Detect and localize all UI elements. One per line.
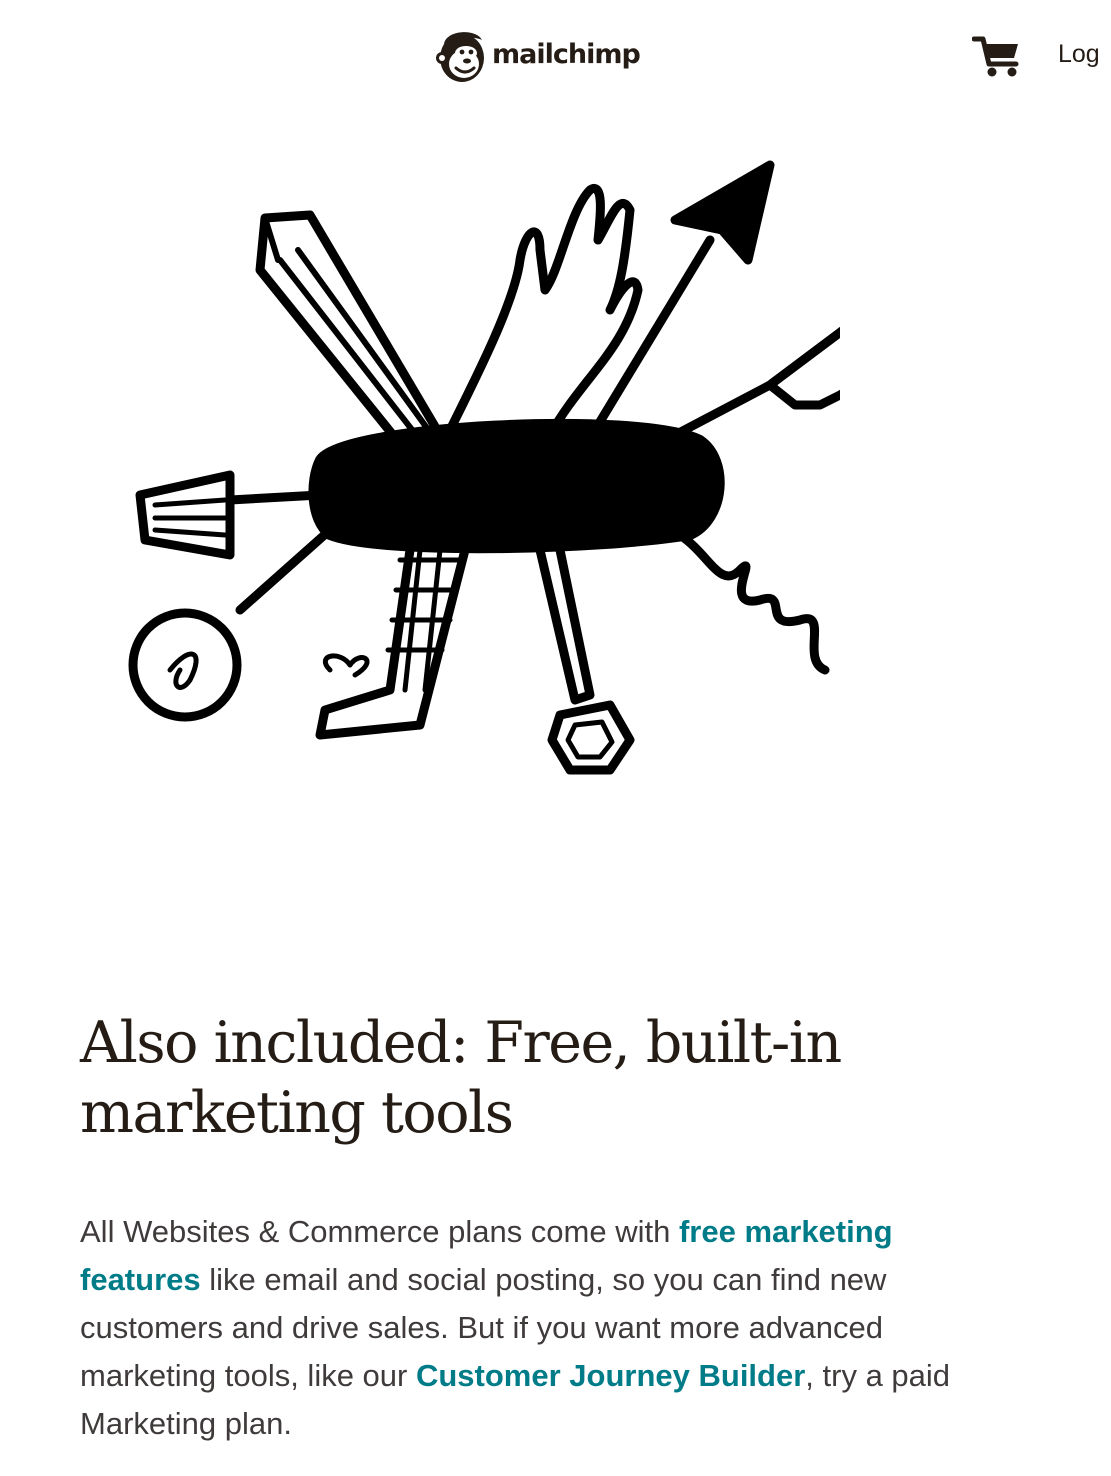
login-link[interactable]: Log [1058,40,1100,69]
section-body-text: All Websites & Commerce plans come with … [80,1208,980,1448]
body-text-part-1: All Websites & Commerce plans come with [80,1214,679,1249]
section-headline: Also included: Free, built-in marketing … [80,1008,980,1148]
swiss-army-knife-illustration [128,160,840,775]
headline-line-2: marketing tools [80,1080,514,1146]
customer-journey-builder-link[interactable]: Customer Journey Builder [416,1358,805,1393]
headline-line-1: Also included: Free, built-in [80,1010,842,1076]
site-header: mailchimp Log [0,0,1111,110]
freddie-monkey-icon [436,32,484,82]
shopping-cart-icon[interactable] [972,34,1022,78]
mailchimp-logo[interactable]: mailchimp [434,26,641,84]
brand-name: mailchimp [492,38,641,70]
